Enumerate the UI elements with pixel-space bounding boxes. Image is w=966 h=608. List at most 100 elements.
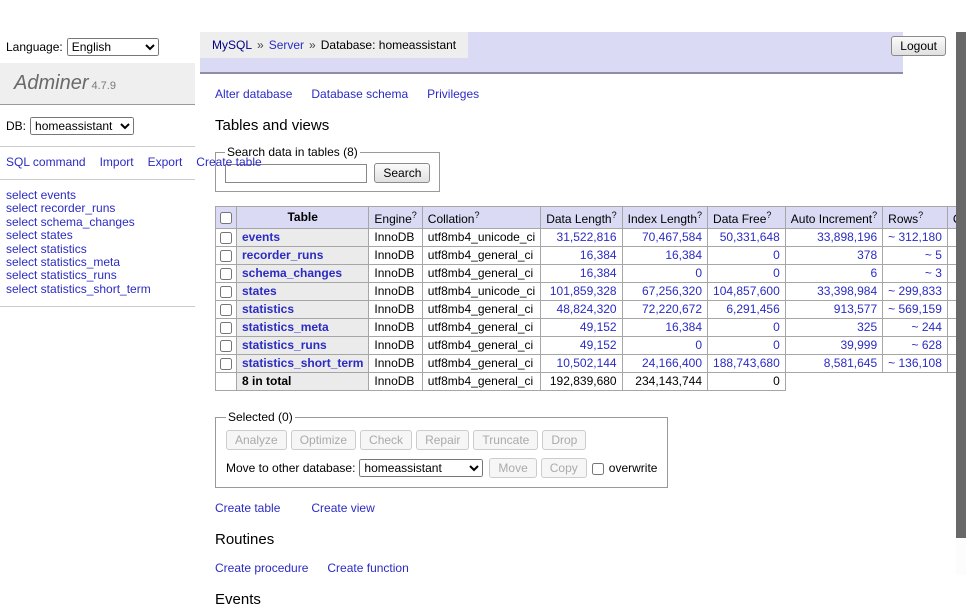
data-length-link[interactable]: 101,859,328 bbox=[546, 285, 616, 298]
index-length-link[interactable]: 24,166,400 bbox=[628, 357, 702, 370]
select-all-checkbox[interactable] bbox=[220, 212, 232, 224]
auto-increment-link[interactable]: 378 bbox=[791, 249, 877, 262]
copy-button[interactable]: Copy bbox=[541, 458, 587, 478]
data-free-link[interactable]: 0 bbox=[713, 321, 780, 334]
index-length-link[interactable]: 72,220,672 bbox=[628, 303, 702, 316]
row-checkbox[interactable] bbox=[220, 322, 232, 334]
row-checkbox[interactable] bbox=[220, 358, 232, 370]
table-name-link[interactable]: events bbox=[242, 230, 280, 244]
index-length-link[interactable]: 67,256,320 bbox=[628, 285, 702, 298]
overwrite-checkbox[interactable] bbox=[592, 463, 604, 475]
database-action-link[interactable]: Alter database bbox=[215, 87, 292, 101]
rows-link[interactable]: ~ 5 bbox=[888, 249, 942, 262]
breadcrumb-link[interactable]: Server bbox=[269, 38, 304, 52]
sidebar-select-link[interactable]: select statistics_short_term bbox=[6, 283, 189, 296]
data-length-link[interactable]: 31,522,816 bbox=[546, 231, 616, 244]
column-help-link[interactable]: ? bbox=[697, 210, 702, 220]
table-name-link[interactable]: statistics_runs bbox=[242, 338, 327, 352]
sidebar-action-link[interactable]: SQL command bbox=[6, 155, 86, 169]
logout-button[interactable]: Logout bbox=[891, 36, 946, 56]
sidebar-action-link[interactable]: Create table bbox=[196, 155, 261, 169]
data-free-link[interactable]: 0 bbox=[713, 339, 780, 352]
data-length-link[interactable]: 49,152 bbox=[546, 339, 616, 352]
data-free-link[interactable]: 104,857,600 bbox=[713, 285, 780, 298]
auto-increment-link[interactable]: 8,581,645 bbox=[791, 357, 877, 370]
sidebar-select-link[interactable]: select statistics_runs bbox=[6, 269, 189, 282]
sidebar-select-link[interactable]: select schema_changes bbox=[6, 216, 189, 229]
row-checkbox[interactable] bbox=[220, 250, 232, 262]
sidebar-action-link[interactable]: Export bbox=[148, 155, 183, 169]
check-button[interactable]: Check bbox=[360, 430, 412, 450]
data-length-link[interactable]: 10,502,144 bbox=[546, 357, 616, 370]
column-help-link[interactable]: ? bbox=[612, 210, 617, 220]
auto-increment-link[interactable]: 325 bbox=[791, 321, 877, 334]
rows-link[interactable]: ~ 136,108 bbox=[888, 357, 942, 370]
sidebar-select-link[interactable]: select events bbox=[6, 189, 189, 202]
data-free-link[interactable]: 6,291,456 bbox=[713, 303, 780, 316]
index-length-link[interactable]: 16,384 bbox=[628, 321, 702, 334]
column-help-link[interactable]: ? bbox=[918, 210, 923, 220]
table-name-link[interactable]: recorder_runs bbox=[242, 248, 323, 262]
scrollbar-thumb[interactable] bbox=[956, 32, 966, 538]
column-help-link[interactable]: ? bbox=[766, 210, 771, 220]
data-free-link[interactable]: 0 bbox=[713, 249, 780, 262]
index-length-link[interactable]: 16,384 bbox=[628, 249, 702, 262]
row-checkbox[interactable] bbox=[220, 268, 232, 280]
move-db-select[interactable]: homeassistant bbox=[359, 459, 483, 477]
data-length-link[interactable]: 48,824,320 bbox=[546, 303, 616, 316]
row-checkbox[interactable] bbox=[220, 286, 232, 298]
database-action-link[interactable]: Database schema bbox=[311, 87, 408, 101]
column-help-link[interactable]: ? bbox=[474, 210, 479, 220]
column-help-link[interactable]: ? bbox=[872, 210, 877, 220]
database-action-link[interactable]: Privileges bbox=[427, 87, 479, 101]
db-select[interactable]: homeassistant bbox=[30, 117, 134, 135]
data-length-link[interactable]: 16,384 bbox=[546, 267, 616, 280]
auto-increment-link[interactable]: 913,577 bbox=[791, 303, 877, 316]
routine-link[interactable]: Create function bbox=[327, 561, 408, 575]
analyze-button[interactable]: Analyze bbox=[226, 430, 287, 450]
table-name-link[interactable]: schema_changes bbox=[242, 266, 342, 280]
search-button[interactable]: Search bbox=[374, 163, 430, 183]
sidebar-select-link[interactable]: select states bbox=[6, 229, 189, 242]
index-length-link[interactable]: 70,467,584 bbox=[628, 231, 702, 244]
table-name-link[interactable]: statistics_short_term bbox=[242, 356, 363, 370]
rows-link[interactable]: ~ 569,159 bbox=[888, 303, 942, 316]
table-name-link[interactable]: statistics_meta bbox=[242, 320, 329, 334]
rows-link[interactable]: ~ 3 bbox=[888, 267, 942, 280]
rows-link[interactable]: ~ 628 bbox=[888, 339, 942, 352]
data-free-link[interactable]: 0 bbox=[713, 267, 780, 280]
table-name-link[interactable]: states bbox=[242, 284, 277, 298]
routine-link[interactable]: Create procedure bbox=[215, 561, 308, 575]
optimize-button[interactable]: Optimize bbox=[291, 430, 356, 450]
language-select[interactable]: English bbox=[67, 38, 159, 56]
sidebar-select-link[interactable]: select recorder_runs bbox=[6, 202, 189, 215]
sidebar-select-link[interactable]: select statistics bbox=[6, 243, 189, 256]
move-button[interactable]: Move bbox=[489, 458, 536, 478]
sidebar-select-link[interactable]: select statistics_meta bbox=[6, 256, 189, 269]
row-checkbox[interactable] bbox=[220, 340, 232, 352]
rows-link[interactable]: ~ 312,180 bbox=[888, 231, 942, 244]
auto-increment-link[interactable]: 6 bbox=[791, 267, 877, 280]
create-link[interactable]: Create table bbox=[215, 501, 280, 515]
row-checkbox[interactable] bbox=[220, 304, 232, 316]
index-length-link[interactable]: 0 bbox=[628, 339, 702, 352]
index-length-link[interactable]: 0 bbox=[628, 267, 702, 280]
data-free-link[interactable]: 188,743,680 bbox=[713, 357, 780, 370]
row-checkbox[interactable] bbox=[220, 232, 232, 244]
truncate-button[interactable]: Truncate bbox=[473, 430, 538, 450]
data-free-link[interactable]: 50,331,648 bbox=[713, 231, 780, 244]
breadcrumb-link[interactable]: MySQL bbox=[212, 38, 252, 52]
data-length-link[interactable]: 49,152 bbox=[546, 321, 616, 334]
rows-link[interactable]: ~ 299,833 bbox=[888, 285, 942, 298]
auto-increment-link[interactable]: 39,999 bbox=[791, 339, 877, 352]
repair-button[interactable]: Repair bbox=[416, 430, 469, 450]
column-help-link[interactable]: ? bbox=[412, 210, 417, 220]
sidebar-action-link[interactable]: Import bbox=[100, 155, 134, 169]
create-link[interactable]: Create view bbox=[311, 501, 374, 515]
auto-increment-link[interactable]: 33,398,984 bbox=[791, 285, 877, 298]
auto-increment-link[interactable]: 33,898,196 bbox=[791, 231, 877, 244]
table-name-link[interactable]: statistics bbox=[242, 302, 294, 316]
rows-link[interactable]: ~ 244 bbox=[888, 321, 942, 334]
drop-button[interactable]: Drop bbox=[542, 430, 586, 450]
data-length-link[interactable]: 16,384 bbox=[546, 249, 616, 262]
